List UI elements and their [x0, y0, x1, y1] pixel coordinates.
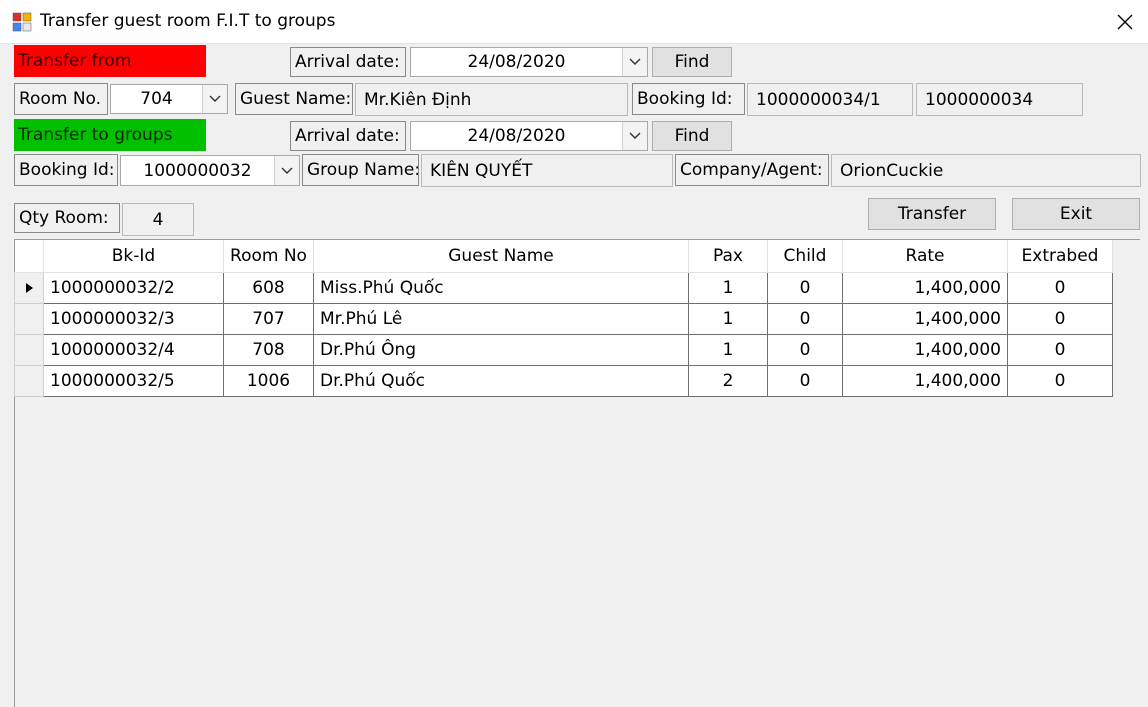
cell-room-no[interactable]: 708 — [223, 334, 314, 366]
cell-extrabed[interactable]: 0 — [1007, 303, 1113, 335]
transfer-from-status: Transfer from — [14, 45, 206, 77]
chevron-down-icon[interactable] — [274, 156, 299, 185]
column-header-guest-name[interactable]: Guest Name — [313, 240, 689, 273]
cell-bk-id[interactable]: 1000000032/5 — [43, 365, 224, 397]
from-booking-id-label: Booking Id: — [632, 83, 745, 115]
cell-child[interactable]: 0 — [767, 303, 843, 335]
cell-bk-id[interactable]: 1000000032/2 — [43, 272, 224, 304]
cell-rate[interactable]: 1,400,000 — [842, 334, 1008, 366]
transfer-to-status: Transfer to groups — [14, 119, 206, 151]
column-header-extrabed[interactable]: Extrabed — [1007, 240, 1113, 273]
table-row[interactable]: 1000000032/4 708 Dr.Phú Ông 1 0 1,400,00… — [14, 334, 1113, 366]
rooms-table[interactable]: Bk-Id Room No Guest Name Pax Child Rate … — [14, 240, 1113, 397]
cell-extrabed[interactable]: 0 — [1007, 334, 1113, 366]
close-button[interactable] — [1106, 5, 1144, 39]
to-booking-id-value: 1000000032 — [143, 160, 252, 181]
row-header[interactable] — [14, 334, 44, 366]
from-find-button[interactable]: Find — [652, 47, 732, 77]
to-booking-id-label: Booking Id: — [14, 154, 118, 186]
qty-room-value: 4 — [122, 203, 194, 236]
cell-child[interactable]: 0 — [767, 365, 843, 397]
cell-bk-id[interactable]: 1000000032/3 — [43, 303, 224, 335]
company-agent-label: Company/Agent: — [675, 154, 829, 186]
to-arrival-date-picker[interactable]: 24/08/2020 — [410, 121, 648, 151]
cell-room-no[interactable]: 608 — [223, 272, 314, 304]
row-header[interactable] — [14, 272, 44, 304]
cell-child[interactable]: 0 — [767, 334, 843, 366]
company-agent-field: OrionCuckie — [831, 154, 1141, 187]
from-arrival-date-label: Arrival date: — [290, 47, 406, 77]
cell-child[interactable]: 0 — [767, 272, 843, 304]
transfer-button[interactable]: Transfer — [868, 198, 996, 230]
cell-pax[interactable]: 1 — [688, 334, 768, 366]
room-no-select[interactable]: 704 — [110, 84, 228, 114]
room-no-label: Room No. — [14, 83, 108, 115]
exit-button[interactable]: Exit — [1012, 198, 1140, 230]
cell-room-no[interactable]: 707 — [223, 303, 314, 335]
cell-rate[interactable]: 1,400,000 — [842, 272, 1008, 304]
app-icon — [12, 12, 32, 32]
column-header-bk-id[interactable]: Bk-Id — [43, 240, 224, 273]
guest-name-field: Mr.Kiên Định — [355, 83, 628, 116]
group-name-label: Group Name: — [302, 154, 419, 186]
column-header-pax[interactable]: Pax — [688, 240, 768, 273]
room-no-value: 704 — [140, 89, 173, 109]
qty-room-label: Qty Room: — [14, 203, 120, 233]
row-header[interactable] — [14, 365, 44, 397]
cell-bk-id[interactable]: 1000000032/4 — [43, 334, 224, 366]
current-row-arrow-icon — [25, 282, 33, 293]
cell-rate[interactable]: 1,400,000 — [842, 365, 1008, 397]
chevron-down-icon[interactable] — [622, 122, 647, 150]
from-booking-master-field: 1000000034 — [916, 83, 1083, 116]
cell-room-no[interactable]: 1006 — [223, 365, 314, 397]
from-arrival-date-value: 24/08/2020 — [467, 52, 566, 72]
to-arrival-date-label: Arrival date: — [290, 121, 406, 151]
table-row[interactable]: 1000000032/2 608 Miss.Phú Quốc 1 0 1,400… — [14, 272, 1113, 304]
table-row[interactable]: 1000000032/5 1006 Dr.Phú Quốc 2 0 1,400,… — [14, 365, 1113, 397]
table-row[interactable]: 1000000032/3 707 Mr.Phú Lê 1 0 1,400,000… — [14, 303, 1113, 335]
to-arrival-date-value: 24/08/2020 — [467, 126, 566, 146]
cell-guest-name[interactable]: Dr.Phú Quốc — [313, 365, 689, 397]
cell-pax[interactable]: 2 — [688, 365, 768, 397]
cell-guest-name[interactable]: Dr.Phú Ông — [313, 334, 689, 366]
cell-rate[interactable]: 1,400,000 — [842, 303, 1008, 335]
column-header-room-no[interactable]: Room No — [223, 240, 314, 273]
window-title: Transfer guest room F.I.T to groups — [40, 11, 336, 31]
group-name-field: KIÊN QUYẾT — [421, 154, 673, 187]
close-icon — [1117, 14, 1133, 30]
row-header-corner — [14, 240, 44, 273]
cell-pax[interactable]: 1 — [688, 303, 768, 335]
row-header[interactable] — [14, 303, 44, 335]
cell-guest-name[interactable]: Miss.Phú Quốc — [313, 272, 689, 304]
to-find-button[interactable]: Find — [652, 121, 732, 151]
grid-header-row: Bk-Id Room No Guest Name Pax Child Rate … — [14, 240, 1113, 273]
chevron-down-icon[interactable] — [622, 48, 647, 76]
cell-extrabed[interactable]: 0 — [1007, 272, 1113, 304]
cell-guest-name[interactable]: Mr.Phú Lê — [313, 303, 689, 335]
cell-extrabed[interactable]: 0 — [1007, 365, 1113, 397]
guest-name-label: Guest Name: — [235, 83, 353, 115]
chevron-down-icon[interactable] — [202, 85, 227, 113]
from-arrival-date-picker[interactable]: 24/08/2020 — [410, 47, 648, 77]
to-booking-id-select[interactable]: 1000000032 — [120, 155, 300, 186]
column-header-rate[interactable]: Rate — [842, 240, 1008, 273]
cell-pax[interactable]: 1 — [688, 272, 768, 304]
column-header-child[interactable]: Child — [767, 240, 843, 273]
from-booking-id-field: 1000000034/1 — [747, 83, 913, 116]
